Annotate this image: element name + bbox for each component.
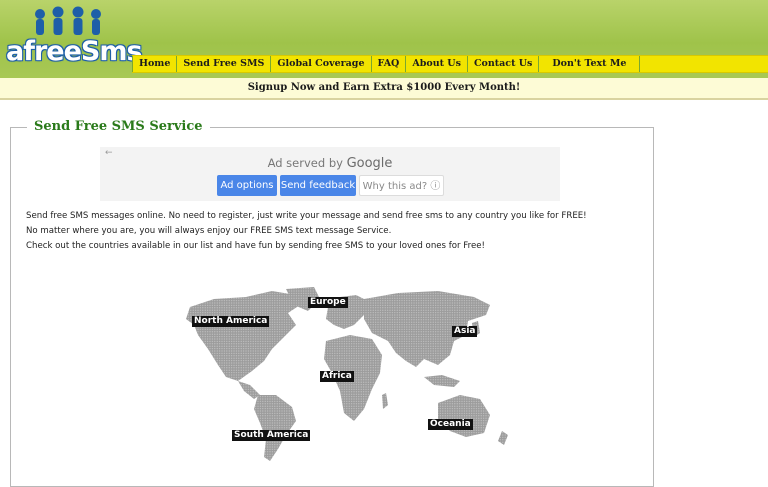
ad-served-brand: Google xyxy=(346,156,393,171)
indonesia-shape xyxy=(424,375,460,387)
ad-served-prefix: Ad served by xyxy=(267,156,343,170)
new-zealand-shape xyxy=(498,431,508,445)
ad-served-text: Ad served by Google xyxy=(100,156,560,171)
nav-faq[interactable]: FAQ xyxy=(372,56,407,72)
promo-banner[interactable]: Signup Now and Earn Extra $1000 Every Mo… xyxy=(0,78,768,100)
nav-contact-us[interactable]: Contact Us xyxy=(468,56,540,72)
description-line: Check out the countries available in our… xyxy=(26,241,485,251)
site-header: afreeSms Home Send Free SMS Global Cover… xyxy=(0,0,768,78)
region-oceania[interactable]: Oceania xyxy=(428,419,473,430)
site-logo[interactable]: afreeSms xyxy=(4,6,143,72)
central-america-shape xyxy=(238,381,260,399)
main-nav: Home Send Free SMS Global Coverage FAQ A… xyxy=(132,55,768,73)
region-north-america[interactable]: North America xyxy=(192,316,270,327)
region-europe[interactable]: Europe xyxy=(308,297,348,308)
people-logo-icon xyxy=(35,6,101,35)
service-description: Send free SMS messages online. No need t… xyxy=(26,209,636,254)
nav-global-coverage[interactable]: Global Coverage xyxy=(271,56,372,72)
description-line: No matter where you are, you will always… xyxy=(26,226,392,236)
madagascar-shape xyxy=(382,393,388,409)
region-asia[interactable]: Asia xyxy=(452,326,478,337)
region-africa[interactable]: Africa xyxy=(320,371,354,382)
nav-about-us[interactable]: About Us xyxy=(406,56,468,72)
north-america-shape xyxy=(186,291,300,381)
logo-text: afreeSms xyxy=(6,36,143,67)
nav-home[interactable]: Home xyxy=(132,56,178,72)
nav-dont-text-me[interactable]: Don't Text Me xyxy=(539,56,641,72)
ad-options-button[interactable]: Ad options xyxy=(217,175,277,196)
panel-title: Send Free SMS Service xyxy=(27,119,210,135)
south-america-shape xyxy=(254,395,296,461)
world-map: North America Europe Asia Africa Oceania… xyxy=(168,285,518,465)
why-this-ad-button[interactable]: Why this ad? ⓘ xyxy=(359,175,444,196)
nav-send-free-sms[interactable]: Send Free SMS xyxy=(177,56,272,72)
australia-shape xyxy=(438,395,490,437)
description-line: Send free SMS messages online. No need t… xyxy=(26,211,587,221)
google-ad: ← Ad served by Google Ad options Send fe… xyxy=(100,147,560,201)
send-feedback-button[interactable]: Send feedback xyxy=(280,175,356,196)
region-south-america[interactable]: South America xyxy=(232,430,311,441)
